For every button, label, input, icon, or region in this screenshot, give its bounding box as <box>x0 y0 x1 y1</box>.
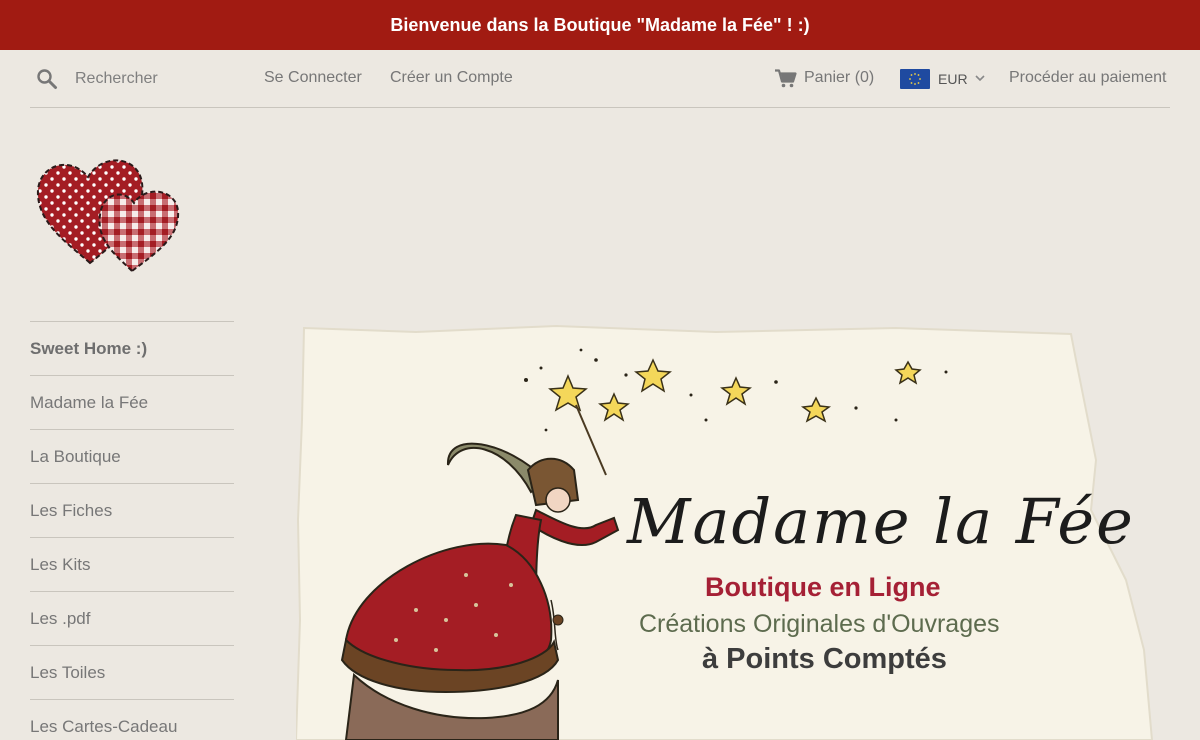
banner-subtitle: Boutique en Ligne <box>705 572 941 602</box>
sidebar-item-sweet-home[interactable]: Sweet Home :) <box>30 321 234 375</box>
banner-tagline-2: à Points Comptés <box>702 643 947 675</box>
sidebar-item-madame-la-fee[interactable]: Madame la Fée <box>30 375 234 429</box>
banner-tagline: Créations Originales d'Ouvrages <box>639 610 1000 638</box>
sidebar-item-les-cartes-cadeau[interactable]: Les Cartes-Cadeau <box>30 699 234 740</box>
announcement-bar: Bienvenue dans la Boutique "Madame la Fé… <box>0 0 1200 50</box>
sidebar-item-la-boutique[interactable]: La Boutique <box>30 429 234 483</box>
register-link[interactable]: Créer un Compte <box>390 69 513 87</box>
hearts-logo[interactable] <box>30 145 200 285</box>
cart-icon[interactable] <box>775 69 797 88</box>
chevron-down-icon[interactable] <box>975 73 985 83</box>
sidebar-item-les-toiles[interactable]: Les Toiles <box>30 645 234 699</box>
banner-title: Madame la Fée <box>627 485 1135 558</box>
sidebar-item-les-fiches[interactable]: Les Fiches <box>30 483 234 537</box>
checkout-link[interactable]: Procéder au paiement <box>1009 69 1166 87</box>
cart-link[interactable]: Panier (0) <box>804 69 874 87</box>
search-input[interactable] <box>75 66 245 92</box>
currency-select[interactable]: EUR <box>938 71 968 87</box>
announcement-text: Bienvenue dans la Boutique "Madame la Fé… <box>390 14 810 35</box>
header-bar: Se Connecter Créer un Compte Panier (0) … <box>30 50 1170 108</box>
eu-flag-icon <box>900 69 930 89</box>
search-icon[interactable] <box>36 68 58 90</box>
sidebar-item-les-pdf[interactable]: Les .pdf <box>30 591 234 645</box>
login-link[interactable]: Se Connecter <box>264 69 362 87</box>
hero-banner: Madame la Fée Boutique en Ligne Création… <box>296 320 1156 740</box>
sidebar-item-les-kits[interactable]: Les Kits <box>30 537 234 591</box>
sidebar-nav: Sweet Home :) Madame la Fée La Boutique … <box>30 321 234 740</box>
